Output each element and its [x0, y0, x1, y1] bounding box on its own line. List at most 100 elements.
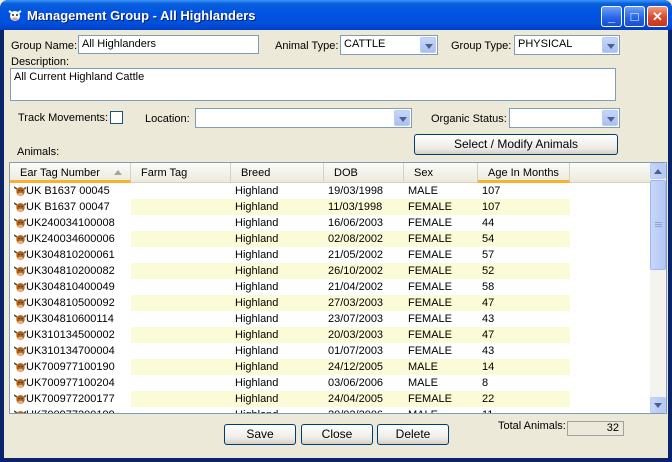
- cell-farm-tag: [131, 359, 231, 375]
- cell-sex: FEMALE: [408, 249, 453, 261]
- cell-ear-tag: UK304810600114: [26, 311, 131, 327]
- delete-button[interactable]: Delete: [377, 424, 449, 445]
- cell-age: 43: [482, 345, 495, 357]
- table-row[interactable]: UK240034100008 Highland 16/06/2003 FEMALE 44: [10, 215, 652, 231]
- cell-dob: 24/12/2005: [324, 359, 404, 375]
- cell-ear-tag: UK B1637 00045: [26, 183, 131, 199]
- cell-ear-tag: UK700977200177: [26, 391, 131, 407]
- cell-ear-tag: UK B1637 00047: [26, 199, 131, 215]
- description-label: Description:: [11, 56, 70, 68]
- table-row[interactable]: UK310134700004 Highland 01/07/2003 FEMALE 43: [10, 343, 652, 359]
- maximize-icon: □: [630, 9, 639, 24]
- group-type-label: Group Type:: [451, 40, 512, 52]
- animal-type-select[interactable]: CATTLE: [340, 35, 438, 55]
- cell-farm-tag: [131, 231, 231, 247]
- group-type-value: PHYSICAL: [518, 38, 573, 50]
- cell-age: 14: [478, 359, 570, 375]
- cell-sex: MALE: [404, 359, 478, 375]
- cell-ear-tag: UK240034100008: [26, 215, 131, 231]
- cell-sex: FEMALE: [408, 217, 453, 229]
- cow-icon: [8, 10, 22, 21]
- total-animals-label: Total Animals:: [498, 420, 566, 432]
- cell-dob: 19/03/1998: [328, 185, 384, 197]
- organic-status-label: Organic Status:: [431, 113, 507, 125]
- table-row[interactable]: UK310134500002 Highland 20/03/2003 FEMALE 47: [10, 327, 652, 343]
- column-header-sex[interactable]: Sex: [404, 163, 478, 183]
- table-row[interactable]: UK700977100204 Highland 03/06/2006 MALE 8: [10, 375, 652, 391]
- column-header-dob[interactable]: DOB: [324, 163, 404, 183]
- cell-ear-tag: UK700977100190: [26, 359, 131, 375]
- organic-status-select[interactable]: [509, 108, 620, 128]
- total-animals-value: 32: [567, 421, 624, 436]
- animals-grid[interactable]: Ear Tag Number Farm Tag Breed DOB Sex Ag…: [9, 162, 667, 414]
- cell-sex: FEMALE: [404, 295, 478, 311]
- cell-breed: Highland: [235, 313, 279, 325]
- scroll-down-button[interactable]: [650, 397, 666, 413]
- minimize-icon: _: [607, 9, 616, 24]
- cell-dob: 21/04/2002: [328, 281, 384, 293]
- scroll-thumb[interactable]: [650, 180, 666, 270]
- cell-age: 11: [478, 407, 570, 413]
- table-row[interactable]: UK700977200177 Highland 24/04/2005 FEMALE 22: [10, 391, 652, 407]
- cell-sex: MALE: [408, 185, 438, 197]
- group-name-input[interactable]: All Highlanders: [78, 35, 259, 54]
- cell-breed: Highland: [231, 407, 324, 413]
- save-button[interactable]: Save: [224, 424, 296, 445]
- table-row[interactable]: UK B1637 00047 Highland 11/03/1998 FEMALE 10…: [10, 199, 652, 215]
- table-row[interactable]: UK304810600114 Highland 23/07/2003 FEMALE 43: [10, 311, 652, 327]
- maximize-button[interactable]: □: [624, 6, 645, 27]
- chevron-down-icon[interactable]: [394, 110, 410, 126]
- column-header-ear-tag[interactable]: Ear Tag Number: [10, 163, 131, 183]
- close-window-button[interactable]: ✕: [647, 6, 668, 27]
- location-label: Location:: [145, 113, 190, 125]
- cell-ear-tag: UK304810200061: [26, 247, 131, 263]
- chevron-down-icon[interactable]: [602, 110, 618, 126]
- cell-age: 22: [478, 391, 570, 407]
- cell-sex: FEMALE: [404, 327, 478, 343]
- close-button[interactable]: Close: [301, 424, 373, 445]
- column-header-breed[interactable]: Breed: [231, 163, 324, 183]
- chevron-down-icon[interactable]: [602, 37, 618, 53]
- table-row[interactable]: UK304810200082 Highland 26/10/2002 FEMALE 52: [10, 263, 652, 279]
- cell-age: 107: [478, 199, 570, 215]
- cell-breed: Highland: [235, 377, 279, 389]
- chevron-down-icon[interactable]: [420, 37, 436, 53]
- table-row[interactable]: UK B1637 00045 Highland 19/03/1998 MALE 107: [10, 183, 652, 199]
- cell-dob: 27/03/2003: [324, 295, 404, 311]
- title-bar[interactable]: Management Group - All Highlanders _ □ ✕: [0, 0, 672, 30]
- cell-breed: Highland: [235, 345, 279, 357]
- cell-farm-tag: [131, 391, 231, 407]
- table-row[interactable]: UK700977200199 Highland20/02/2006MALE11: [10, 407, 652, 413]
- group-type-select[interactable]: PHYSICAL: [514, 35, 620, 55]
- cell-age: 44: [482, 217, 495, 229]
- cell-age: 58: [482, 281, 495, 293]
- table-row[interactable]: UK304810200061 Highland 21/05/2002 FEMALE 57: [10, 247, 652, 263]
- minimize-button[interactable]: _: [601, 6, 622, 27]
- cell-ear-tag: UK310134500002: [26, 327, 131, 343]
- column-header-farm-tag[interactable]: Farm Tag: [131, 163, 231, 183]
- cell-breed: Highland: [231, 199, 324, 215]
- scroll-up-button[interactable]: [650, 163, 666, 179]
- cell-breed: Highland: [231, 231, 324, 247]
- close-icon: ✕: [652, 9, 663, 24]
- cell-age: 52: [478, 263, 570, 279]
- track-movements-checkbox[interactable]: [110, 111, 123, 124]
- cell-age: 8: [482, 377, 489, 389]
- location-select[interactable]: [195, 108, 412, 128]
- cell-breed: Highland: [235, 281, 279, 293]
- select-modify-animals-button[interactable]: Select / Modify Animals: [414, 134, 618, 155]
- table-row[interactable]: UK304810500092 Highland 27/03/2003 FEMALE 47: [10, 295, 652, 311]
- description-input[interactable]: All Current Highland Cattle: [10, 68, 616, 101]
- cell-dob: 20/02/2006: [324, 407, 404, 413]
- cell-sex: FEMALE: [404, 199, 478, 215]
- table-row[interactable]: UK304810400049 Highland 21/04/2002 FEMALE 58: [10, 279, 652, 295]
- animal-type-value: CATTLE: [344, 38, 386, 50]
- column-header-age-in-months[interactable]: Age In Months: [478, 163, 570, 183]
- vertical-scrollbar[interactable]: [650, 163, 666, 413]
- cell-farm-tag: [131, 215, 231, 231]
- cell-breed: Highland: [231, 391, 324, 407]
- cell-dob: 21/05/2002: [328, 249, 384, 261]
- track-movements-label: Track Movements:: [18, 112, 109, 124]
- table-row[interactable]: UK240034600006 Highland 02/08/2002 FEMALE 54: [10, 231, 652, 247]
- table-row[interactable]: UK700977100190 Highland 24/12/2005 MALE 14: [10, 359, 652, 375]
